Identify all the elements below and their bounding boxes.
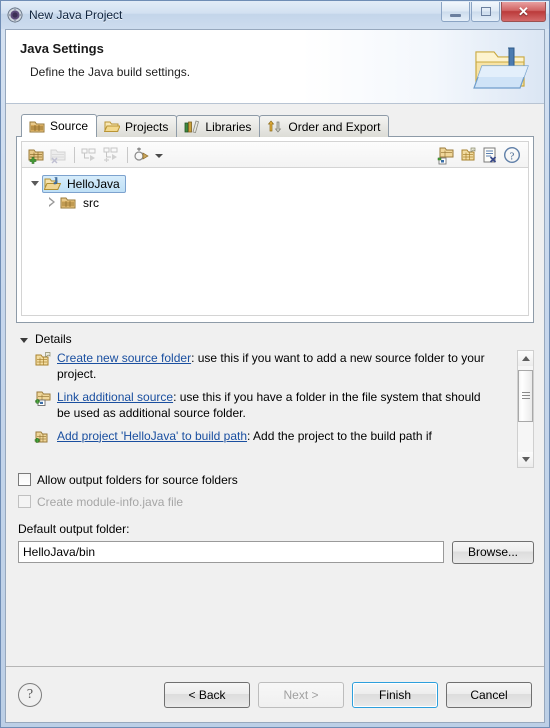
content-area: Source Projects Libraries Order and Expo…: [6, 104, 544, 666]
toolbar-separator: [74, 146, 75, 163]
details-scrollbar[interactable]: [517, 349, 534, 468]
eclipse-wizard-icon: [7, 7, 23, 23]
tree-node-src[interactable]: src: [22, 193, 528, 212]
scrollbar-track[interactable]: [518, 365, 533, 452]
window-title: New Java Project: [29, 8, 123, 22]
tab-source-label: Source: [50, 119, 89, 133]
tree-node-label: src: [83, 195, 99, 210]
tab-order-label: Order and Export: [288, 119, 381, 134]
details-list: Create new source folder: use this if yo…: [16, 350, 517, 468]
maximize-icon: [480, 7, 491, 16]
java-project-icon: [44, 176, 61, 192]
detail-link[interactable]: Create new source folder: [57, 351, 191, 365]
java-project-icon: [34, 429, 52, 445]
create-new-folder-icon[interactable]: [458, 145, 478, 165]
dialog-button-bar: ? < Back Next > Finish Cancel: [6, 666, 544, 722]
page-description: Define the Java build settings.: [30, 65, 191, 79]
order-export-icon: [267, 119, 283, 134]
close-button[interactable]: ✕: [501, 2, 546, 22]
detail-rest: : Add the project to the build path if: [247, 428, 432, 443]
remove-entry-icon[interactable]: [480, 145, 500, 165]
open-folder-icon: [104, 119, 121, 134]
detail-item[interactable]: Add project 'HelloJava' to build path: A…: [34, 428, 517, 445]
expand-twisty-closed-icon[interactable]: [46, 193, 60, 212]
back-button[interactable]: < Back: [164, 681, 250, 708]
scrollbar-grip-icon: [521, 392, 530, 399]
detail-text: Link additional source: use this if you …: [57, 389, 489, 421]
detail-item[interactable]: Link additional source: use this if you …: [34, 389, 517, 421]
page-header: Java Settings Define the Java build sett…: [6, 30, 544, 104]
create-module-info-row: Create module-info.java file: [16, 492, 534, 512]
create-module-info-checkbox: [18, 495, 31, 508]
chevron-down-icon[interactable]: [154, 145, 165, 165]
svg-text:?: ?: [510, 151, 515, 162]
minimize-button[interactable]: [441, 2, 470, 22]
default-output-folder-input[interactable]: HelloJava/bin: [18, 541, 444, 563]
scroll-up-icon[interactable]: [518, 350, 533, 366]
details-twisty-icon[interactable]: [18, 332, 32, 346]
java-project-folder-icon: [472, 38, 532, 96]
allow-output-folders-row[interactable]: Allow output folders for source folders: [16, 470, 534, 490]
allow-output-folders-label: Allow output folders for source folders: [37, 472, 238, 487]
source-toolbar: ?: [21, 141, 529, 167]
details-panel: Create new source folder: use this if yo…: [16, 349, 534, 468]
tab-projects[interactable]: Projects: [96, 115, 178, 137]
tab-order-and-export[interactable]: Order and Export: [259, 115, 390, 137]
allow-output-folders-checkbox[interactable]: [18, 473, 31, 486]
toolbar-separator-2: [127, 146, 128, 163]
dialog-body: Java Settings Define the Java build sett…: [5, 29, 545, 723]
default-output-folder-row: HelloJava/bin Browse...: [16, 540, 534, 564]
link-source-icon[interactable]: [436, 145, 456, 165]
details-title: Details: [35, 331, 72, 346]
detail-link[interactable]: Link additional source: [57, 390, 173, 404]
source-folder-icon: [29, 119, 45, 134]
expand-all-icon: [101, 145, 121, 165]
tree-node-selection: HelloJava: [42, 174, 126, 193]
create-module-info-label: Create module-info.java file: [37, 494, 184, 509]
tree-node-hellojava[interactable]: HelloJava: [22, 174, 528, 193]
help-icon[interactable]: ?: [18, 682, 42, 707]
finish-button[interactable]: Finish: [352, 681, 438, 708]
default-output-folder-label: Default output folder:: [18, 521, 130, 536]
source-tab-panel: ? HelloJava src: [16, 136, 534, 323]
collapse-all-icon: [79, 145, 99, 165]
question-mark-icon[interactable]: ?: [502, 145, 522, 165]
source-folder-icon: [60, 195, 77, 211]
tabbar: Source Projects Libraries Order and Expo…: [16, 114, 534, 137]
remove-source-folder-icon: [48, 145, 68, 165]
scroll-down-icon[interactable]: [518, 451, 533, 467]
detail-text: Create new source folder: use this if yo…: [57, 350, 489, 382]
cancel-button[interactable]: Cancel: [446, 681, 532, 708]
link-source-icon: [34, 390, 52, 406]
close-icon: ✕: [518, 4, 529, 19]
add-source-folder-icon[interactable]: [26, 145, 46, 165]
tree-node-label: HelloJava: [67, 176, 120, 191]
tab-libraries-label: Libraries: [205, 119, 252, 134]
details-section-header[interactable]: Details: [16, 329, 534, 349]
detail-item[interactable]: Create new source folder: use this if yo…: [34, 350, 517, 382]
tab-source[interactable]: Source: [21, 114, 98, 137]
minimize-icon: [450, 13, 461, 17]
detail-text: Add project 'HelloJava' to build path: A…: [57, 428, 432, 445]
project-tree[interactable]: HelloJava src: [21, 167, 529, 316]
page-title: Java Settings: [20, 41, 104, 56]
detail-link[interactable]: Add project 'HelloJava' to build path: [57, 429, 247, 443]
next-button: Next >: [258, 681, 344, 708]
library-books-icon: [184, 119, 200, 134]
expand-twisty-open-icon[interactable]: [28, 174, 42, 193]
browse-button[interactable]: Browse...: [452, 540, 534, 564]
tab-projects-label: Projects: [125, 119, 169, 134]
tab-libraries[interactable]: Libraries: [176, 115, 261, 137]
configure-filters-icon[interactable]: [132, 145, 152, 165]
content-filler: [16, 564, 534, 667]
scrollbar-thumb[interactable]: [518, 369, 533, 422]
titlebar[interactable]: New Java Project ✕: [1, 1, 549, 29]
caption-buttons: ✕: [440, 2, 546, 22]
dialog-window: New Java Project ✕ Java Settings Define …: [0, 0, 550, 728]
maximize-button[interactable]: [471, 2, 500, 22]
create-new-folder-icon: [34, 351, 52, 367]
